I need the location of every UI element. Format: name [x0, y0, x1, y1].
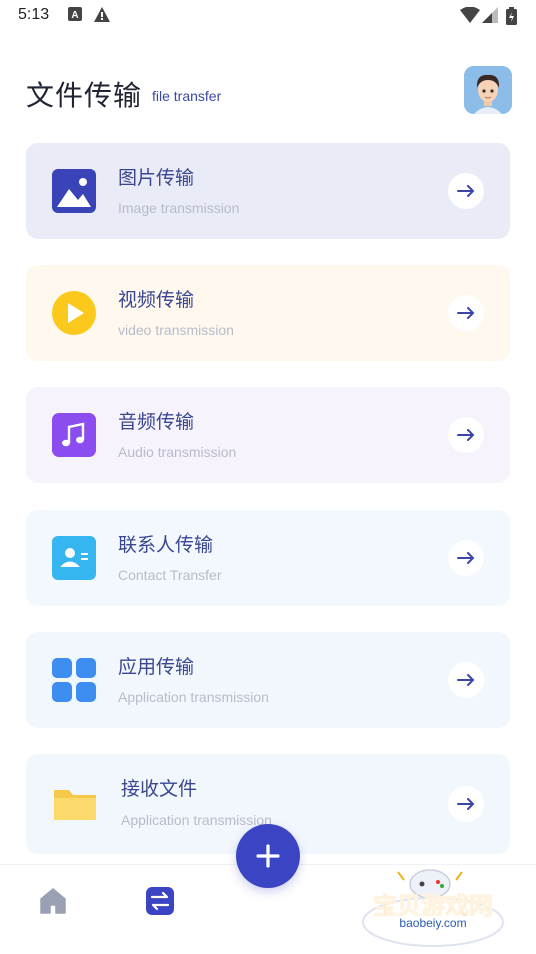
- card-title: 联系人传输: [118, 534, 214, 556]
- card-subtitle: Image transmission: [118, 200, 240, 216]
- contact-card-icon: [52, 536, 96, 580]
- add-button[interactable]: [236, 824, 300, 888]
- apps-grid-icon: [52, 658, 96, 702]
- card-subtitle: Contact Transfer: [118, 567, 222, 583]
- warning-icon: [94, 7, 110, 22]
- arrow-right-button[interactable]: [448, 417, 484, 453]
- avatar[interactable]: [464, 66, 512, 114]
- transfer-icon: [146, 887, 174, 915]
- header: 文件传输 file transfer: [26, 66, 512, 118]
- arrow-right-button[interactable]: [448, 173, 484, 209]
- nav-home-button[interactable]: [38, 886, 68, 916]
- arrow-right-icon: [457, 674, 475, 686]
- page-title: 文件传输: [26, 79, 143, 112]
- a-notification-icon: A: [68, 7, 82, 21]
- card-title: 接收文件: [121, 778, 198, 800]
- status-bar: 5:13 A: [0, 0, 536, 32]
- arrow-right-button[interactable]: [448, 295, 484, 331]
- arrow-right-icon: [457, 307, 475, 319]
- svg-text:A: A: [71, 10, 78, 21]
- card-image-transfer[interactable]: 图片传输 Image transmission: [26, 143, 510, 239]
- music-note-icon: [52, 413, 96, 457]
- card-title: 音频传输: [118, 411, 195, 433]
- card-title: 应用传输: [118, 656, 195, 678]
- folder-icon: [54, 790, 96, 820]
- arrow-right-icon: [457, 185, 475, 197]
- watermark: 宝贝游戏网 baobeiy.com: [358, 862, 508, 948]
- watermark-url: baobeiy.com: [380, 916, 486, 930]
- play-icon: [52, 291, 96, 335]
- card-subtitle: video transmission: [118, 322, 234, 338]
- card-subtitle: Audio transmission: [118, 444, 237, 460]
- battery-icon: [506, 7, 517, 25]
- signal-icon: [482, 7, 498, 23]
- arrow-right-button[interactable]: [448, 540, 484, 576]
- card-title: 图片传输: [118, 167, 195, 189]
- arrow-right-button[interactable]: [448, 662, 484, 698]
- image-icon: [52, 169, 96, 213]
- card-video-transfer[interactable]: 视频传输 video transmission: [26, 265, 510, 361]
- wifi-icon: [460, 7, 480, 23]
- card-subtitle: Application transmission: [118, 689, 269, 705]
- arrow-right-icon: [457, 429, 475, 441]
- home-icon: [40, 888, 66, 914]
- card-audio-transfer[interactable]: 音频传输 Audio transmission: [26, 387, 510, 483]
- card-app-transfer[interactable]: 应用传输 Application transmission: [26, 632, 510, 728]
- status-time: 5:13: [18, 6, 50, 23]
- card-title: 视频传输: [118, 289, 195, 311]
- arrow-right-button[interactable]: [448, 786, 484, 822]
- arrow-right-icon: [457, 798, 475, 810]
- card-contact-transfer[interactable]: 联系人传输 Contact Transfer: [26, 510, 510, 606]
- plus-icon: [256, 844, 280, 868]
- card-subtitle: Application transmission: [121, 812, 272, 828]
- page-subtitle: file transfer: [152, 88, 222, 104]
- nav-transfer-button[interactable]: [145, 886, 175, 916]
- arrow-right-icon: [457, 552, 475, 564]
